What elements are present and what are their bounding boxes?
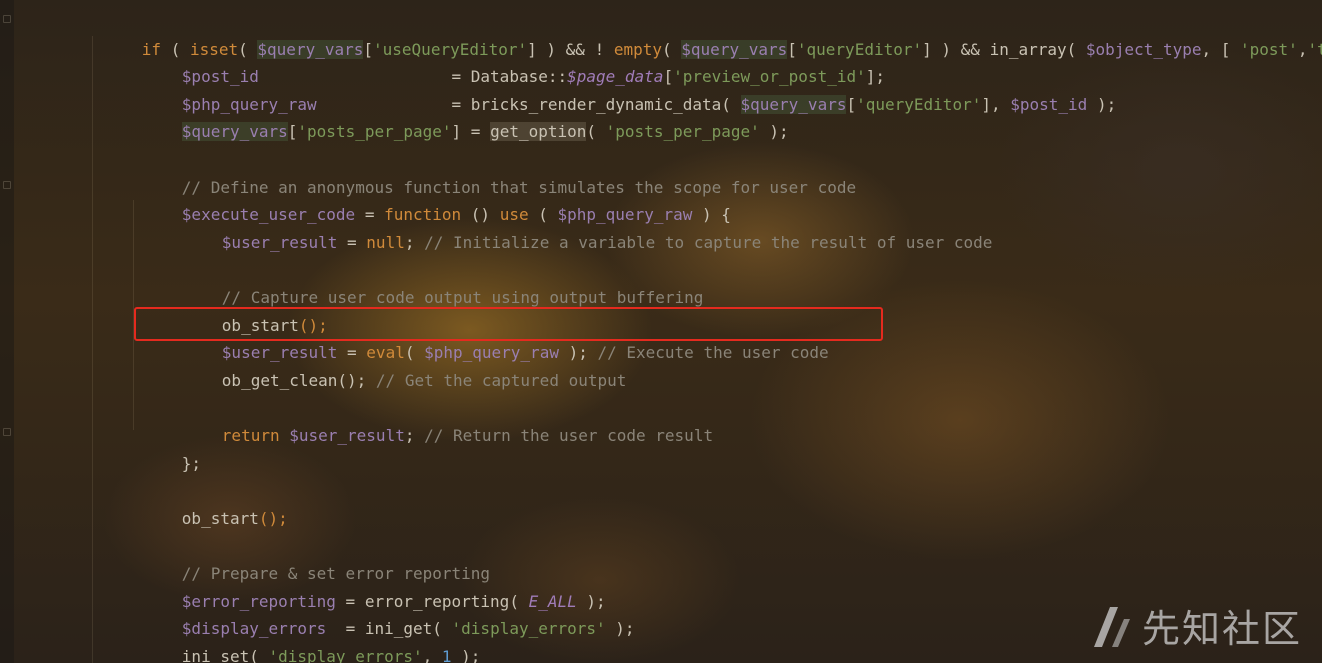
code-line: $php_query_raw = bricks_render_dynamic_d… (181, 94, 1117, 114)
code-line: ob_get_clean(); // Get the captured outp… (221, 370, 627, 390)
code-line: if ( isset( $query_vars['useQueryEditor'… (141, 39, 1322, 59)
fold-marker-icon[interactable] (3, 15, 11, 23)
indent-guide (92, 36, 93, 663)
code-line: return $user_result; // Return the user … (221, 425, 714, 445)
code-line: $user_result = null; // Initialize a var… (221, 232, 993, 252)
fold-marker-icon[interactable] (3, 181, 11, 189)
eval-highlight-box (134, 307, 883, 341)
watermark-text: 先知社区 (1141, 607, 1302, 651)
editor-gutter (0, 0, 14, 663)
code-line: $query_vars['posts_per_page'] = get_opti… (181, 122, 789, 142)
code-line: // Prepare & set error reporting (181, 563, 491, 583)
watermark: 先知社区 (1090, 598, 1302, 653)
xianzhi-logo-icon (1093, 606, 1130, 647)
code-line: $post_id = Database::$page_data['preview… (181, 67, 885, 87)
code-editor[interactable]: if ( isset( $query_vars['useQueryEditor'… (0, 0, 1322, 663)
code-line: }; (181, 453, 202, 473)
code-line: $execute_user_code = function () use ( $… (181, 205, 731, 225)
code-line: // Define an anonymous function that sim… (181, 177, 857, 197)
code-line: $display_errors = ini_get( 'display_erro… (181, 619, 635, 639)
code-line: ob_start(); (181, 508, 288, 528)
code-line: $error_reporting = error_reporting( E_AL… (181, 591, 606, 611)
fold-marker-icon[interactable] (3, 428, 11, 436)
code-line: // Capture user code output using output… (221, 287, 704, 307)
code-line: ini_set( 'display_errors', 1 ); (181, 646, 481, 663)
